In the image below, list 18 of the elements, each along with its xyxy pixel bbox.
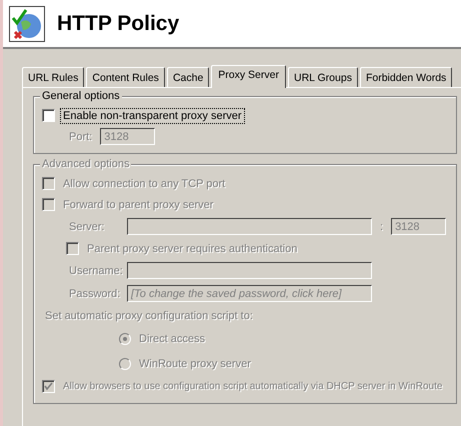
checkbox[interactable] xyxy=(42,109,55,122)
field-label: Password: xyxy=(68,286,122,302)
checkbox-label[interactable]: Enable non-transparent proxy server xyxy=(60,108,245,124)
field-label: Server: xyxy=(68,220,106,234)
group-title: Advanced options xyxy=(40,158,132,170)
page-title: HTTP Policy xyxy=(57,12,180,36)
field-label: Port: xyxy=(68,130,94,144)
tab[interactable]: Proxy Server xyxy=(211,65,286,88)
tab[interactable]: Content Rules xyxy=(86,67,165,87)
tab[interactable]: Cache xyxy=(166,67,210,87)
tab[interactable]: URL Groups xyxy=(288,67,358,87)
globe-check-icon xyxy=(9,6,45,42)
tab[interactable]: URL Rules xyxy=(22,67,84,87)
group-title: General options xyxy=(40,90,122,102)
section-label: Set automatic proxy configuration script to: xyxy=(44,308,254,324)
separator-text: : xyxy=(379,220,384,234)
tab[interactable]: Forbidden Words xyxy=(360,67,452,87)
field-label: Username: xyxy=(68,264,122,278)
